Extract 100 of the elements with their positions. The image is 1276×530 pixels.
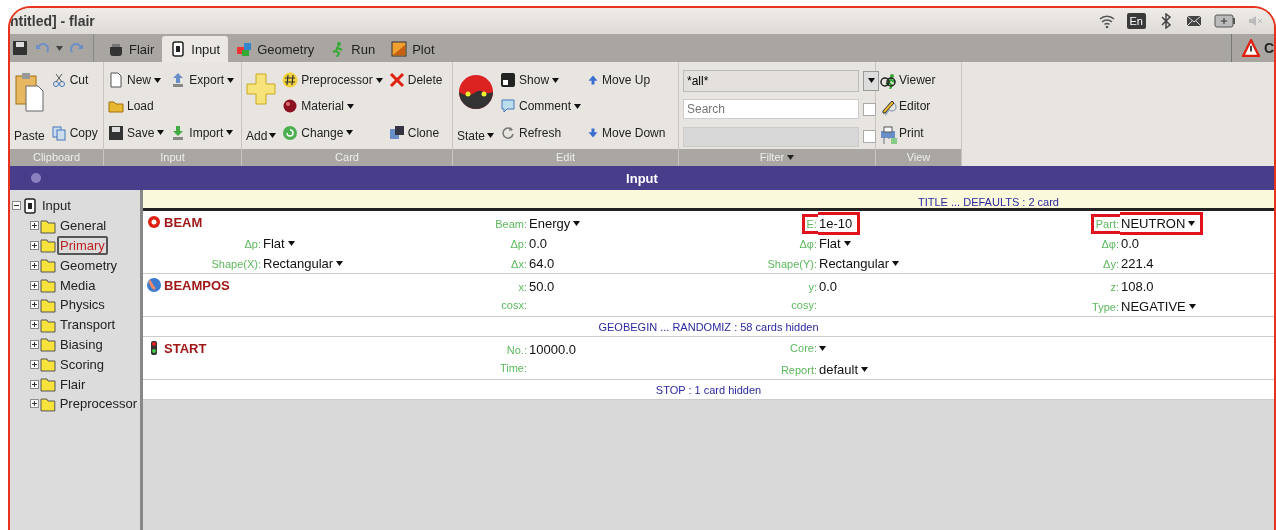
toolbar-button[interactable]: Load	[108, 96, 165, 117]
hash-icon	[282, 72, 299, 88]
pot-icon	[108, 41, 124, 57]
tree-item[interactable]: Transport	[57, 315, 119, 335]
toolbar-button[interactable]: Editor	[880, 96, 936, 117]
expand-icon[interactable]	[30, 339, 39, 349]
toolbar-button[interactable]: State	[457, 66, 495, 149]
caret-icon	[861, 367, 869, 372]
dropdown-button[interactable]	[863, 70, 879, 91]
ribbon-tab[interactable]: Input	[162, 36, 229, 62]
field-label: Δp:	[243, 236, 262, 252]
expand-icon[interactable]	[30, 320, 39, 330]
pin-icon[interactable]	[30, 172, 42, 184]
caret-icon	[347, 103, 355, 109]
checkbox[interactable]	[863, 130, 876, 144]
hidden-cards-label[interactable]: GEOBEGIN ... RANDOMIZ : 58 cards hidden	[598, 320, 819, 333]
toolbar-button[interactable]: Refresh	[500, 122, 582, 143]
ribbon-tab[interactable]: Geometry	[228, 36, 323, 62]
tree-item[interactable]: General	[57, 216, 110, 236]
expand-icon[interactable]	[30, 221, 39, 231]
field-value[interactable]: Flat	[818, 232, 859, 255]
warning-icon	[1241, 39, 1260, 57]
field-value[interactable]: 64.0	[528, 252, 563, 275]
toolbar-button[interactable]: Add	[246, 66, 277, 149]
folder-icon	[40, 217, 56, 234]
collapse-icon[interactable]	[12, 201, 21, 211]
tree-item[interactable]: Flair	[57, 374, 89, 394]
ribbon-tab[interactable]: Plot	[383, 36, 443, 62]
toolbar-button[interactable]: Import	[170, 122, 235, 143]
expand-icon[interactable]	[30, 399, 39, 409]
tree-item[interactable]: Media	[57, 275, 99, 295]
tree-item[interactable]: Preprocessor	[56, 394, 140, 414]
caret-icon	[336, 261, 344, 266]
field-value[interactable]: 10000.0	[528, 338, 584, 361]
expand-icon[interactable]	[30, 359, 39, 369]
search-field[interactable]: Search	[683, 99, 859, 120]
expand-icon[interactable]	[30, 379, 39, 389]
field-value[interactable]: 108.0	[1120, 275, 1162, 298]
field-value[interactable]: NEGATIVE	[1120, 295, 1204, 318]
field-value[interactable]: 50.0	[528, 275, 563, 298]
expand-icon[interactable]	[30, 300, 39, 310]
field-value[interactable]: Rectangular	[818, 252, 908, 275]
card-row[interactable]: BEAMPOS x:50.0 y:0.0 z:108.0 cosx: cosy: Type:NEGATIVE	[143, 274, 1274, 317]
field-value[interactable]: default	[818, 358, 877, 381]
toolbar-button[interactable]: Paste	[14, 66, 45, 149]
field-value[interactable]: Rectangular	[262, 252, 352, 275]
caret-icon	[56, 45, 63, 51]
toolbar-button[interactable]: Move Down	[587, 122, 666, 143]
hidden-cards-label[interactable]: STOP : 1 card hidden	[655, 383, 762, 396]
tree-item[interactable]: Physics	[57, 295, 108, 315]
toolbar-button[interactable]: Comment	[500, 96, 582, 117]
field-value[interactable]: 0.0	[528, 232, 556, 255]
keyboard-layout-indicator[interactable]: En	[1126, 13, 1146, 29]
arrow-down-icon	[587, 126, 600, 139]
tree-item[interactable]: Geometry	[57, 255, 121, 275]
field-value[interactable]: Flat	[262, 232, 303, 255]
toolbar-button[interactable]: New	[108, 70, 165, 90]
toolbar-button[interactable]: Export	[170, 70, 235, 90]
toolbar-button[interactable]: Move Up	[587, 70, 666, 90]
toolbar-button[interactable]: Clone	[388, 122, 443, 143]
caret-icon	[154, 77, 161, 83]
checkbox[interactable]	[863, 102, 876, 116]
filter-combo[interactable]: *all*	[683, 69, 859, 92]
caret-icon	[1188, 304, 1196, 309]
hidden-cards-label[interactable]: TITLE ... DEFAULTS : 2 card	[918, 196, 1059, 208]
field-label: y:	[807, 279, 818, 295]
plus-icon	[246, 72, 277, 106]
expand-icon[interactable]	[30, 280, 39, 290]
toolbar-button[interactable]: Show	[500, 70, 582, 90]
folder-icon	[40, 296, 56, 313]
toolbar-button[interactable]: Copy	[50, 122, 98, 143]
expand-icon[interactable]	[30, 260, 39, 270]
scissors-icon	[50, 72, 67, 88]
caret-icon	[573, 221, 581, 226]
field-value[interactable]: 0.0	[1120, 232, 1148, 255]
group-label: Input	[104, 148, 241, 166]
expand-icon[interactable]	[30, 241, 39, 250]
toolbar-button[interactable]: Cut	[50, 70, 98, 90]
card-name: BEAM	[146, 214, 203, 230]
field-value[interactable]: Energy	[528, 212, 589, 235]
ribbon-tab[interactable]: Run	[322, 36, 384, 62]
bluetooth-icon	[1158, 13, 1174, 29]
ribbon-tab[interactable]: Flair	[100, 36, 163, 62]
tree-item[interactable]: Biasing	[57, 334, 106, 354]
caret-icon	[552, 77, 560, 83]
toolbar-button[interactable]: Viewer	[880, 70, 936, 90]
tree-item[interactable]: Primary	[57, 236, 108, 255]
field-value[interactable]: 0.0	[818, 275, 846, 298]
tree-item[interactable]: Scoring	[57, 354, 108, 374]
toolbar-button[interactable]: Material	[282, 96, 383, 117]
menu-label[interactable]: C	[1263, 40, 1274, 56]
tree-item[interactable]: Input	[39, 196, 74, 216]
toolbar-button[interactable]: Print	[880, 122, 936, 143]
toolbar-button[interactable]: Preprocessor	[282, 70, 383, 90]
field-label: Time:	[498, 361, 528, 376]
card-row[interactable]: START No.:10000.0 Core: Time: Report:default	[143, 337, 1274, 380]
toolbar-button[interactable]: Delete	[388, 70, 443, 90]
toolbar-button[interactable]: Change	[282, 122, 383, 143]
field-value[interactable]: 221.4	[1120, 252, 1162, 275]
toolbar-button[interactable]: Save	[108, 122, 165, 143]
